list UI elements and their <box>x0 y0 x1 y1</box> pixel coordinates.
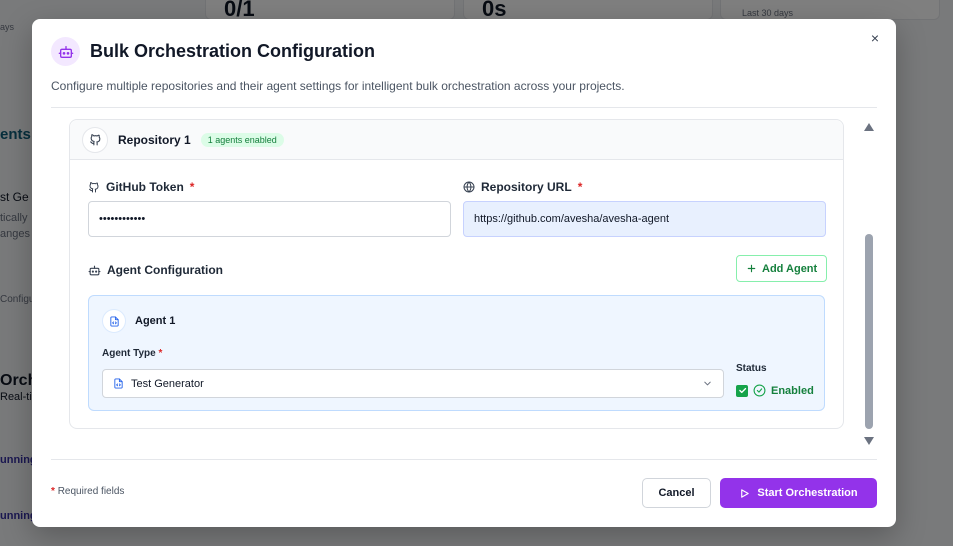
check-icon <box>738 387 746 394</box>
start-orchestration-button[interactable]: Start Orchestration <box>720 478 877 508</box>
scroll-down-arrow[interactable] <box>864 437 874 445</box>
agent-type-select[interactable]: Test Generator <box>102 369 724 398</box>
required-fields-note: * Required fields <box>51 486 124 497</box>
status-value: Enabled <box>771 384 814 397</box>
required-marker: * <box>51 486 55 497</box>
github-token-label-text: GitHub Token <box>106 180 184 194</box>
repository-url-label-text: Repository URL <box>481 180 572 194</box>
modal-description: Configure multiple repositories and thei… <box>51 79 625 93</box>
plus-icon <box>747 264 756 273</box>
required-fields-text: Required fields <box>57 486 125 497</box>
agent-name: Agent 1 <box>135 315 176 327</box>
scrollbar[interactable] <box>862 123 876 445</box>
agent-configuration-label: Agent Configuration <box>88 263 223 277</box>
cancel-label: Cancel <box>658 487 695 499</box>
scroll-up-arrow[interactable] <box>864 123 874 131</box>
agent-type-label-text: Agent Type <box>102 348 156 359</box>
bulk-orchestration-modal: × Bulk Orchestration Configuration Confi… <box>32 19 896 527</box>
status-label: Status <box>736 363 767 374</box>
status-toggle[interactable]: Enabled <box>736 384 814 397</box>
repository-name: Repository 1 <box>118 132 191 147</box>
header-divider <box>51 107 877 108</box>
required-marker: * <box>158 348 163 359</box>
repository-header[interactable]: Repository 1 1 agents enabled <box>70 120 843 160</box>
cancel-button[interactable]: Cancel <box>642 478 711 508</box>
modal-title: Bulk Orchestration Configuration <box>90 41 376 61</box>
repositories-scroll-area[interactable]: Repository 1 1 agents enabled GitHub Tok… <box>51 119 844 449</box>
scroll-thumb[interactable] <box>865 234 873 429</box>
file-code-icon <box>114 378 123 389</box>
robot-icon <box>51 37 80 66</box>
start-orchestration-label: Start Orchestration <box>757 487 858 499</box>
robot-icon <box>88 265 101 275</box>
file-code-icon <box>102 309 126 333</box>
github-token-input[interactable]: •••••••••••• <box>88 201 451 237</box>
github-token-label: GitHub Token * <box>88 180 194 194</box>
enabled-checkbox[interactable] <box>736 384 748 397</box>
repository-url-label: Repository URL * <box>463 180 582 194</box>
add-agent-button[interactable]: Add Agent <box>736 255 828 282</box>
required-marker: * <box>189 180 195 194</box>
agent-type-value: Test Generator <box>131 377 204 390</box>
repository-url-value: https://github.com/avesha/avesha-agent <box>474 213 670 225</box>
agent-configuration-label-text: Agent Configuration <box>107 263 223 277</box>
footer-divider <box>51 459 877 460</box>
repository-url-input[interactable]: https://github.com/avesha/avesha-agent <box>463 201 826 237</box>
repository-card: Repository 1 1 agents enabled GitHub Tok… <box>69 119 844 429</box>
play-icon <box>741 488 750 498</box>
github-token-value: •••••••••••• <box>99 213 146 225</box>
agent-card: Agent 1 Agent Type * Test Generator Stat… <box>88 295 825 411</box>
modal-header: Bulk Orchestration Configuration Configu… <box>51 37 877 93</box>
github-icon <box>82 126 108 153</box>
check-circle-icon <box>753 384 766 397</box>
required-marker: * <box>577 180 583 194</box>
add-agent-label: Add Agent <box>762 262 818 275</box>
agent-type-label: Agent Type * <box>102 348 162 359</box>
globe-icon <box>463 181 475 193</box>
github-icon <box>89 182 99 193</box>
title-row: Bulk Orchestration Configuration <box>51 37 877 66</box>
agents-enabled-badge: 1 agents enabled <box>200 132 284 147</box>
chevron-down-icon <box>704 381 711 386</box>
